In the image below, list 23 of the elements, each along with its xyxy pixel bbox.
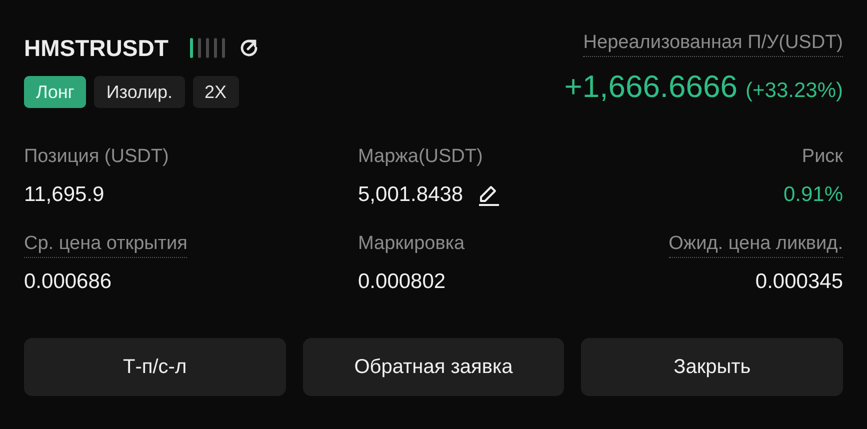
field-value: 0.91% [783,182,843,208]
field-value: 0.000345 [755,269,843,295]
field-label: Ср. цена открытия [24,231,188,258]
field-label: Риск [802,145,843,169]
field-value: 0.000802 [358,269,446,295]
field-label: Маркировка [358,232,465,256]
pnl-value: +1,666.6666 [564,69,738,105]
tag: Изолир. [94,76,185,108]
field-value: 5,001.8438 [358,182,464,208]
action-button[interactable]: Обратная заявка [302,338,564,396]
action-button[interactable]: Закрыть [581,338,843,396]
symbol-title: HMSTRUSDT [24,34,168,63]
tag: Лонг [24,76,86,108]
field-value: 11,695.9 [24,182,104,208]
pnl-percent: (+33.23%) [746,78,843,104]
field-label: Ожид. цена ликвид. [668,231,843,258]
tag: 2X [192,76,239,108]
edit-icon[interactable] [477,183,502,207]
field-label: Маржа(USDT) [358,145,483,169]
field-value: 0.000686 [24,269,112,295]
pnl-label: Нереализованная П/У(USDT) [583,30,843,57]
action-button[interactable]: Т-п/с-л [24,338,286,396]
field-label: Позиция (USDT) [24,145,169,169]
